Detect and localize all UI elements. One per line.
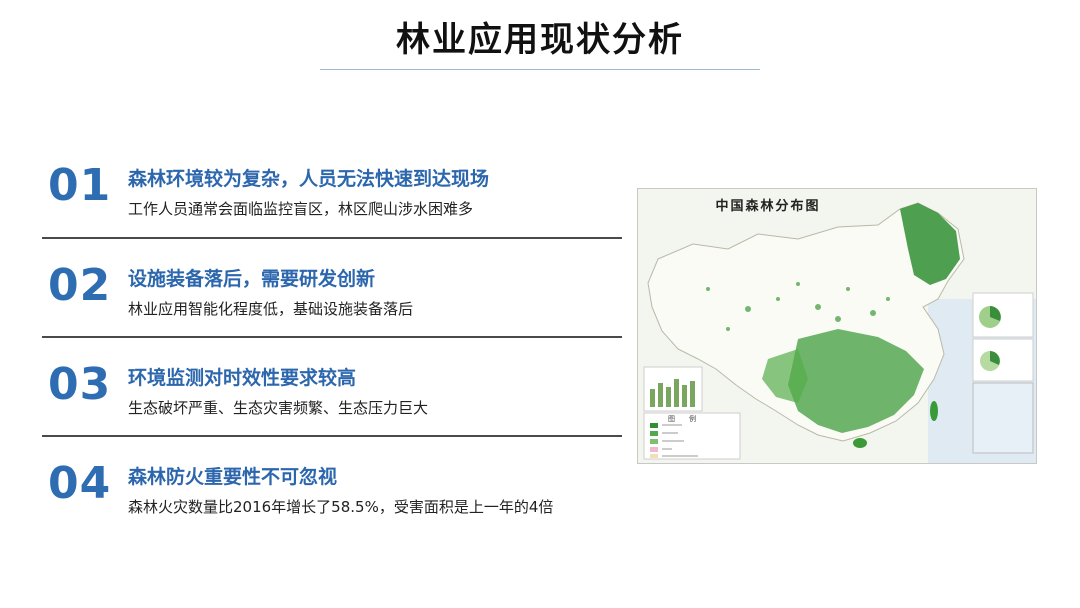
item-divider	[42, 336, 622, 338]
item-divider	[42, 435, 622, 437]
item-heading: 森林环境较为复杂，人员无法快速到达现场	[128, 168, 490, 190]
item-number: 01	[48, 160, 112, 211]
item-heading: 环境监测对时效性要求较高	[128, 367, 357, 389]
item-number: 04	[48, 458, 112, 509]
china-forest-map-image: 中国森林分布图 图 例	[637, 188, 1037, 464]
page-title: 林业应用现状分析	[396, 20, 684, 60]
map-legend-title: 图 例	[668, 415, 696, 423]
item-description: 森林火灾数量比2016年增长了58.5%，受害面积是上一年的4倍	[128, 498, 554, 516]
item-description: 工作人员通常会面临监控盲区，林区爬山涉水困难多	[128, 200, 474, 218]
item-heading: 设施装备落后，需要研发创新	[128, 268, 376, 290]
list-item-02: 02 设施装备落后，需要研发创新 林业应用智能化程度低，基础设施装备落后	[42, 258, 622, 338]
list-item-03: 03 环境监测对时效性要求较高 生态破坏严重、生态灾害频繁、生态压力巨大	[42, 357, 622, 437]
list-item-04: 04 森林防火重要性不可忽视 森林火灾数量比2016年增长了58.5%，受害面积…	[42, 456, 622, 536]
title-divider	[320, 69, 760, 70]
map-graphic	[643, 202, 1036, 463]
item-divider	[42, 237, 622, 239]
item-description: 林业应用智能化程度低，基础设施装备落后	[128, 300, 414, 318]
list-item-01: 01 森林环境较为复杂，人员无法快速到达现场 工作人员通常会面临监控盲区，林区爬…	[42, 158, 622, 238]
item-description: 生态破坏严重、生态灾害频繁、生态压力巨大	[128, 399, 429, 417]
item-number: 02	[48, 260, 112, 311]
item-heading: 森林防火重要性不可忽视	[128, 466, 338, 488]
item-number: 03	[48, 359, 112, 410]
